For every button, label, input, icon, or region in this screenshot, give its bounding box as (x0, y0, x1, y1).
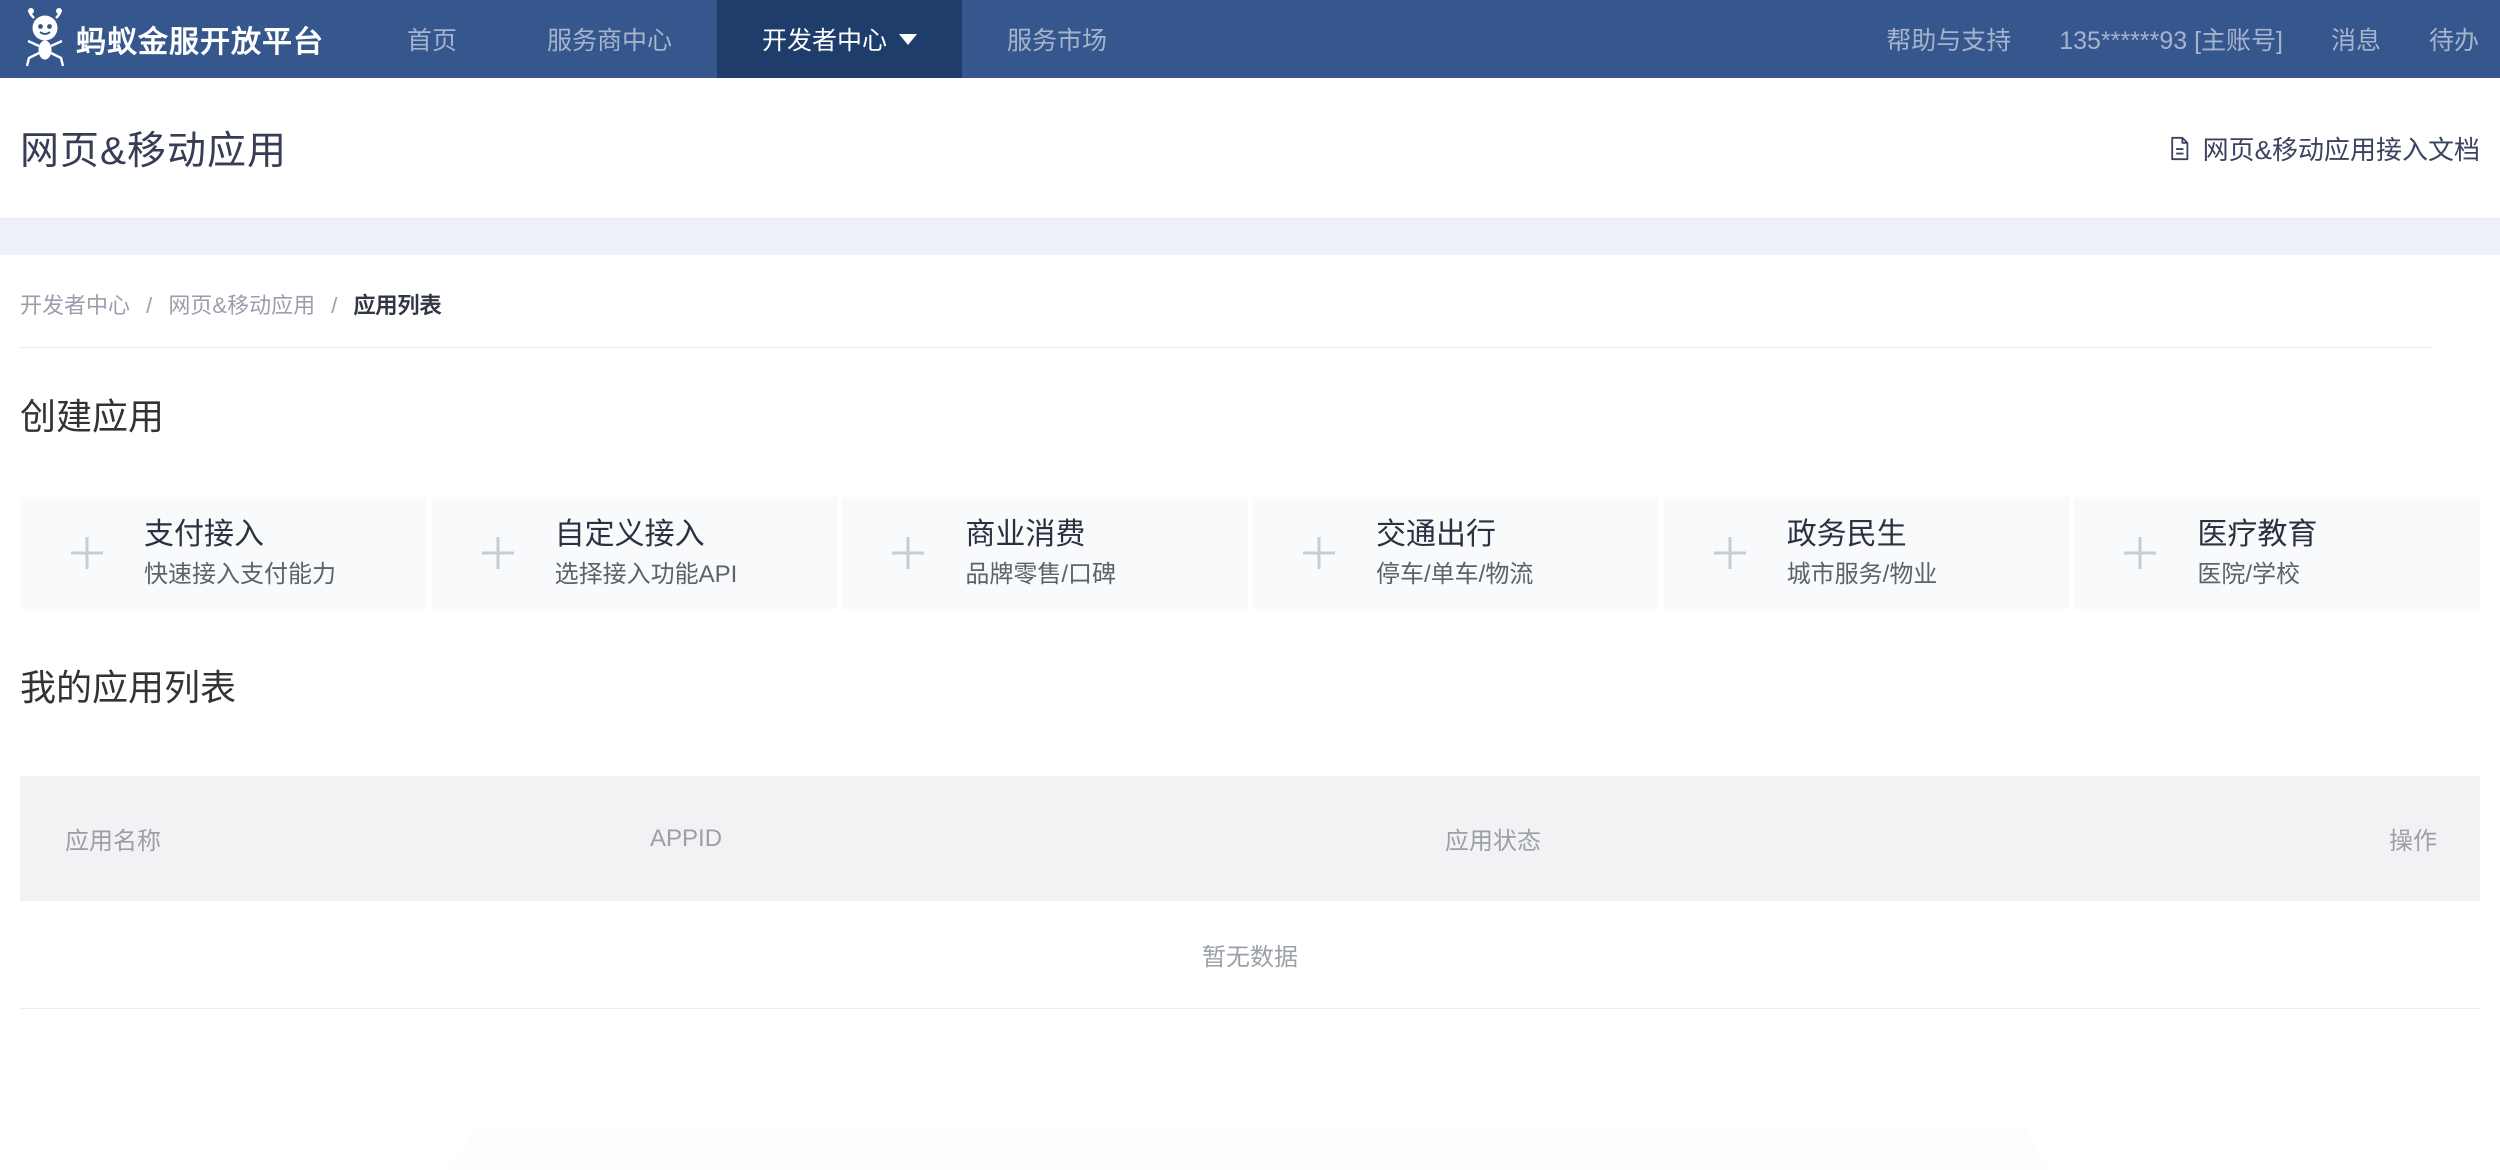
nav-messages-link[interactable]: 消息 (2331, 21, 2381, 57)
main-content: 开发者中心 / 网页&移动应用 / 应用列表 创建应用 支付接入 快速接入支付能… (0, 255, 2500, 1009)
create-card-row: 支付接入 快速接入支付能力 自定义接入 选择接入功能API 商业消费 品牌零售/… (20, 497, 2480, 609)
create-card-payment[interactable]: 支付接入 快速接入支付能力 (20, 497, 427, 609)
column-appid: APPID (650, 825, 1445, 853)
plus-icon (2123, 536, 2157, 570)
plus-icon (1713, 536, 1747, 570)
create-card-title: 商业消费 (965, 517, 1116, 553)
table-empty-row: 暂无数据 (20, 901, 2480, 1009)
empty-state-text: 暂无数据 (1202, 937, 1298, 972)
spacer-band (0, 218, 2500, 255)
breadcrumb-current: 应用列表 (353, 293, 441, 318)
main-nav: 首页 服务商中心 开发者中心 服务市场 (362, 0, 1152, 78)
create-card-title: 自定义接入 (555, 517, 738, 553)
app-table: 应用名称 APPID 应用状态 操作 暂无数据 (20, 776, 2480, 1009)
column-actions: 操作 (2389, 821, 2437, 856)
breadcrumb-separator: / (146, 293, 152, 318)
nav-item-marketplace[interactable]: 服务市场 (962, 0, 1152, 78)
page-title: 网页&移动应用 (20, 120, 287, 176)
brand-title: 蚂蚁金服开放平台 (76, 17, 324, 61)
nav-account[interactable]: 135******93 [主账号] (2059, 21, 2283, 57)
create-card-subtitle: 医院/学校 (2197, 561, 2317, 590)
plus-icon (891, 536, 925, 570)
ant-logo-icon (24, 8, 66, 70)
create-card-subtitle: 快速接入支付能力 (144, 561, 336, 590)
bottom-panel-edge (450, 1128, 2050, 1170)
page-header: 网页&移动应用 网页&移动应用接入文档 (0, 78, 2500, 218)
top-navbar: 蚂蚁金服开放平台 首页 服务商中心 开发者中心 服务市场 帮助与支持 135**… (0, 0, 2500, 78)
create-card-subtitle: 停车/单车/物流 (1376, 561, 1533, 590)
create-card-commerce[interactable]: 商业消费 品牌零售/口碑 (841, 497, 1248, 609)
create-card-title: 支付接入 (144, 517, 336, 553)
create-card-medical-edu[interactable]: 医疗教育 医院/学校 (2073, 497, 2480, 609)
caret-down-icon (899, 34, 917, 45)
nav-todo-link[interactable]: 待办 (2429, 21, 2479, 57)
create-card-subtitle: 品牌零售/口碑 (965, 561, 1116, 590)
app-table-header: 应用名称 APPID 应用状态 操作 (20, 776, 2480, 901)
column-app-name: 应用名称 (65, 821, 650, 856)
create-card-custom[interactable]: 自定义接入 选择接入功能API (431, 497, 838, 609)
nav-item-developer-center[interactable]: 开发者中心 (717, 0, 962, 78)
nav-item-home[interactable]: 首页 (362, 0, 502, 78)
document-icon (2166, 135, 2193, 162)
create-card-subtitle: 城市服务/物业 (1787, 561, 1938, 590)
doc-link-label: 网页&移动应用接入文档 (2203, 130, 2480, 167)
my-apps-section-title: 我的应用列表 (20, 659, 2500, 711)
nav-item-developer-center-label: 开发者中心 (762, 21, 887, 57)
breadcrumb-developer-center[interactable]: 开发者中心 (20, 293, 130, 318)
create-card-title: 交通出行 (1376, 517, 1533, 553)
breadcrumb-separator: / (331, 293, 337, 318)
navbar-right: 帮助与支持 135******93 [主账号] 消息 待办 (1886, 0, 2500, 78)
nav-help-link[interactable]: 帮助与支持 (1886, 21, 2011, 57)
doc-link[interactable]: 网页&移动应用接入文档 (2166, 130, 2480, 167)
create-card-transport[interactable]: 交通出行 停车/单车/物流 (1252, 497, 1659, 609)
breadcrumb: 开发者中心 / 网页&移动应用 / 应用列表 (20, 255, 2432, 348)
plus-icon (70, 536, 104, 570)
create-card-subtitle: 选择接入功能API (555, 561, 738, 590)
plus-icon (1302, 536, 1336, 570)
create-card-title: 政务民生 (1787, 517, 1938, 553)
create-card-title: 医疗教育 (2197, 517, 2317, 553)
create-app-section-title: 创建应用 (20, 388, 2500, 440)
create-card-civic[interactable]: 政务民生 城市服务/物业 (1663, 497, 2070, 609)
brand[interactable]: 蚂蚁金服开放平台 (0, 0, 324, 78)
breadcrumb-web-mobile-app[interactable]: 网页&移动应用 (168, 293, 315, 318)
plus-icon (481, 536, 515, 570)
nav-item-isv-center[interactable]: 服务商中心 (502, 0, 717, 78)
column-app-status: 应用状态 (1445, 821, 2389, 856)
